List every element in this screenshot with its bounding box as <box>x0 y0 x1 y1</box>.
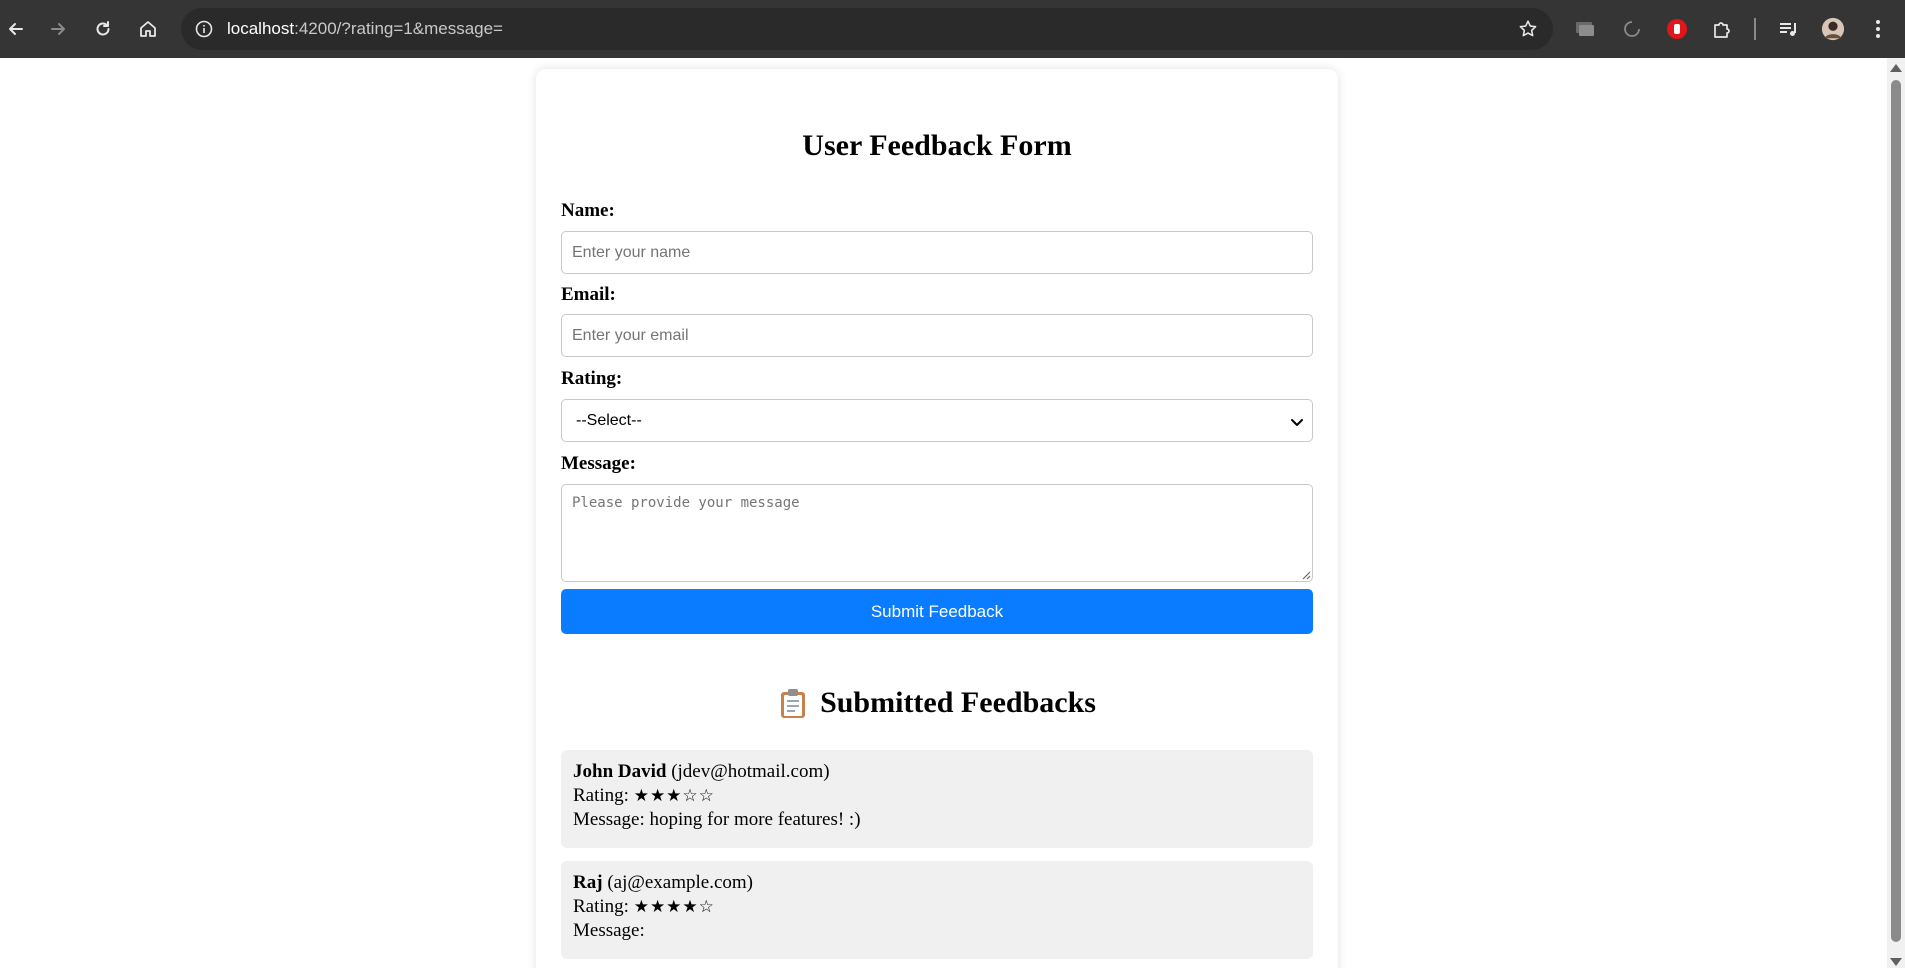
form-title: User Feedback Form <box>802 129 1072 162</box>
url-path: :4200/?rating=1&message= <box>294 19 503 38</box>
feedback-message: Message: hoping for more features! :) <box>573 809 861 830</box>
back-button[interactable] <box>0 13 32 45</box>
media-controls-button[interactable] <box>1776 17 1800 41</box>
rating-select-value: --Select-- <box>576 411 642 429</box>
home-button[interactable] <box>132 13 164 45</box>
feedback-item: Raj (aj@example.com) Rating: ★★★★☆ Messa… <box>561 861 1313 959</box>
resize-grip-icon[interactable] <box>1301 570 1311 580</box>
home-icon <box>140 21 156 37</box>
spinner-icon <box>1624 21 1640 37</box>
url-text[interactable]: localhost:4200/?rating=1&message= <box>227 19 503 39</box>
feedback-rating-prefix: Rating: <box>573 896 629 917</box>
scrollbar-thumb[interactable] <box>1891 80 1901 942</box>
extension-block-button[interactable] <box>1665 17 1689 41</box>
extension-loading-button[interactable] <box>1620 17 1644 41</box>
page-scrollbar[interactable] <box>1887 58 1905 968</box>
submit-feedback-button[interactable]: Submit Feedback <box>561 589 1313 634</box>
avatar-icon <box>1821 17 1845 41</box>
site-info-icon[interactable] <box>194 19 214 39</box>
feedback-rating-stars: ★★★☆☆ <box>633 786 715 806</box>
feedback-name: John David <box>573 761 667 782</box>
name-label: Name: <box>561 200 615 221</box>
feedback-rating-stars: ★★★★☆ <box>633 897 715 917</box>
reload-button[interactable] <box>87 13 119 45</box>
feedback-item: John David (jdev@hotmail.com) Rating: ★★… <box>561 750 1313 848</box>
email-input[interactable] <box>561 314 1313 357</box>
feedback-email: (aj@example.com) <box>607 872 753 893</box>
feedback-card: User Feedback Form Name: Email: Rating: … <box>536 69 1338 968</box>
email-label: Email: <box>561 284 616 305</box>
rating-label: Rating: <box>561 368 623 389</box>
feedback-email: (jdev@hotmail.com) <box>671 761 830 782</box>
feedback-rating-prefix: Rating: <box>573 785 629 806</box>
url-host: localhost <box>227 19 295 38</box>
chrome-menu-button[interactable] <box>1866 17 1890 41</box>
playlist-music-icon <box>1780 23 1796 36</box>
screen-cast-icon <box>1576 22 1594 36</box>
submitted-feedbacks-title-text: Submitted Feedbacks <box>820 686 1096 719</box>
bookmark-star-icon[interactable] <box>1517 18 1539 40</box>
forward-button[interactable] <box>42 13 74 45</box>
extensions-menu-button[interactable] <box>1710 17 1734 41</box>
feedback-rating-line: Rating: ★★★☆☆ <box>573 784 1301 808</box>
address-bar[interactable]: localhost:4200/?rating=1&message= <box>181 8 1553 50</box>
puzzle-icon <box>1714 22 1730 38</box>
feedback-message: Message: <box>573 920 645 941</box>
feedback-rating-line: Rating: ★★★★☆ <box>573 895 1301 919</box>
scroll-down-arrow-icon[interactable] <box>1890 958 1902 966</box>
chevron-down-icon <box>1291 419 1303 426</box>
browser-toolbar: localhost:4200/?rating=1&message= <box>0 0 1905 58</box>
arrow-left-icon <box>9 23 23 35</box>
scroll-up-arrow-icon[interactable] <box>1890 64 1902 72</box>
feedback-name: Raj <box>573 872 603 893</box>
message-textarea[interactable] <box>561 484 1313 582</box>
clipboard-icon <box>781 689 806 718</box>
page-viewport: User Feedback Form Name: Email: Rating: … <box>0 58 1887 968</box>
message-label: Message: <box>561 453 636 474</box>
rating-select[interactable]: --Select-- <box>561 399 1313 442</box>
extension-cast-button[interactable] <box>1573 17 1597 41</box>
name-input[interactable] <box>561 231 1313 274</box>
kebab-menu-icon <box>1876 20 1880 38</box>
toolbar-divider <box>1754 18 1756 40</box>
feedback-author-line: John David (jdev@hotmail.com) <box>573 760 1301 784</box>
reload-icon <box>96 21 110 36</box>
feedback-author-line: Raj (aj@example.com) <box>573 871 1301 895</box>
submitted-feedbacks-title: Submitted Feedbacks <box>536 686 1338 720</box>
arrow-right-icon <box>51 23 65 35</box>
hand-stop-icon <box>1667 19 1687 39</box>
profile-avatar-button[interactable] <box>1821 17 1845 41</box>
